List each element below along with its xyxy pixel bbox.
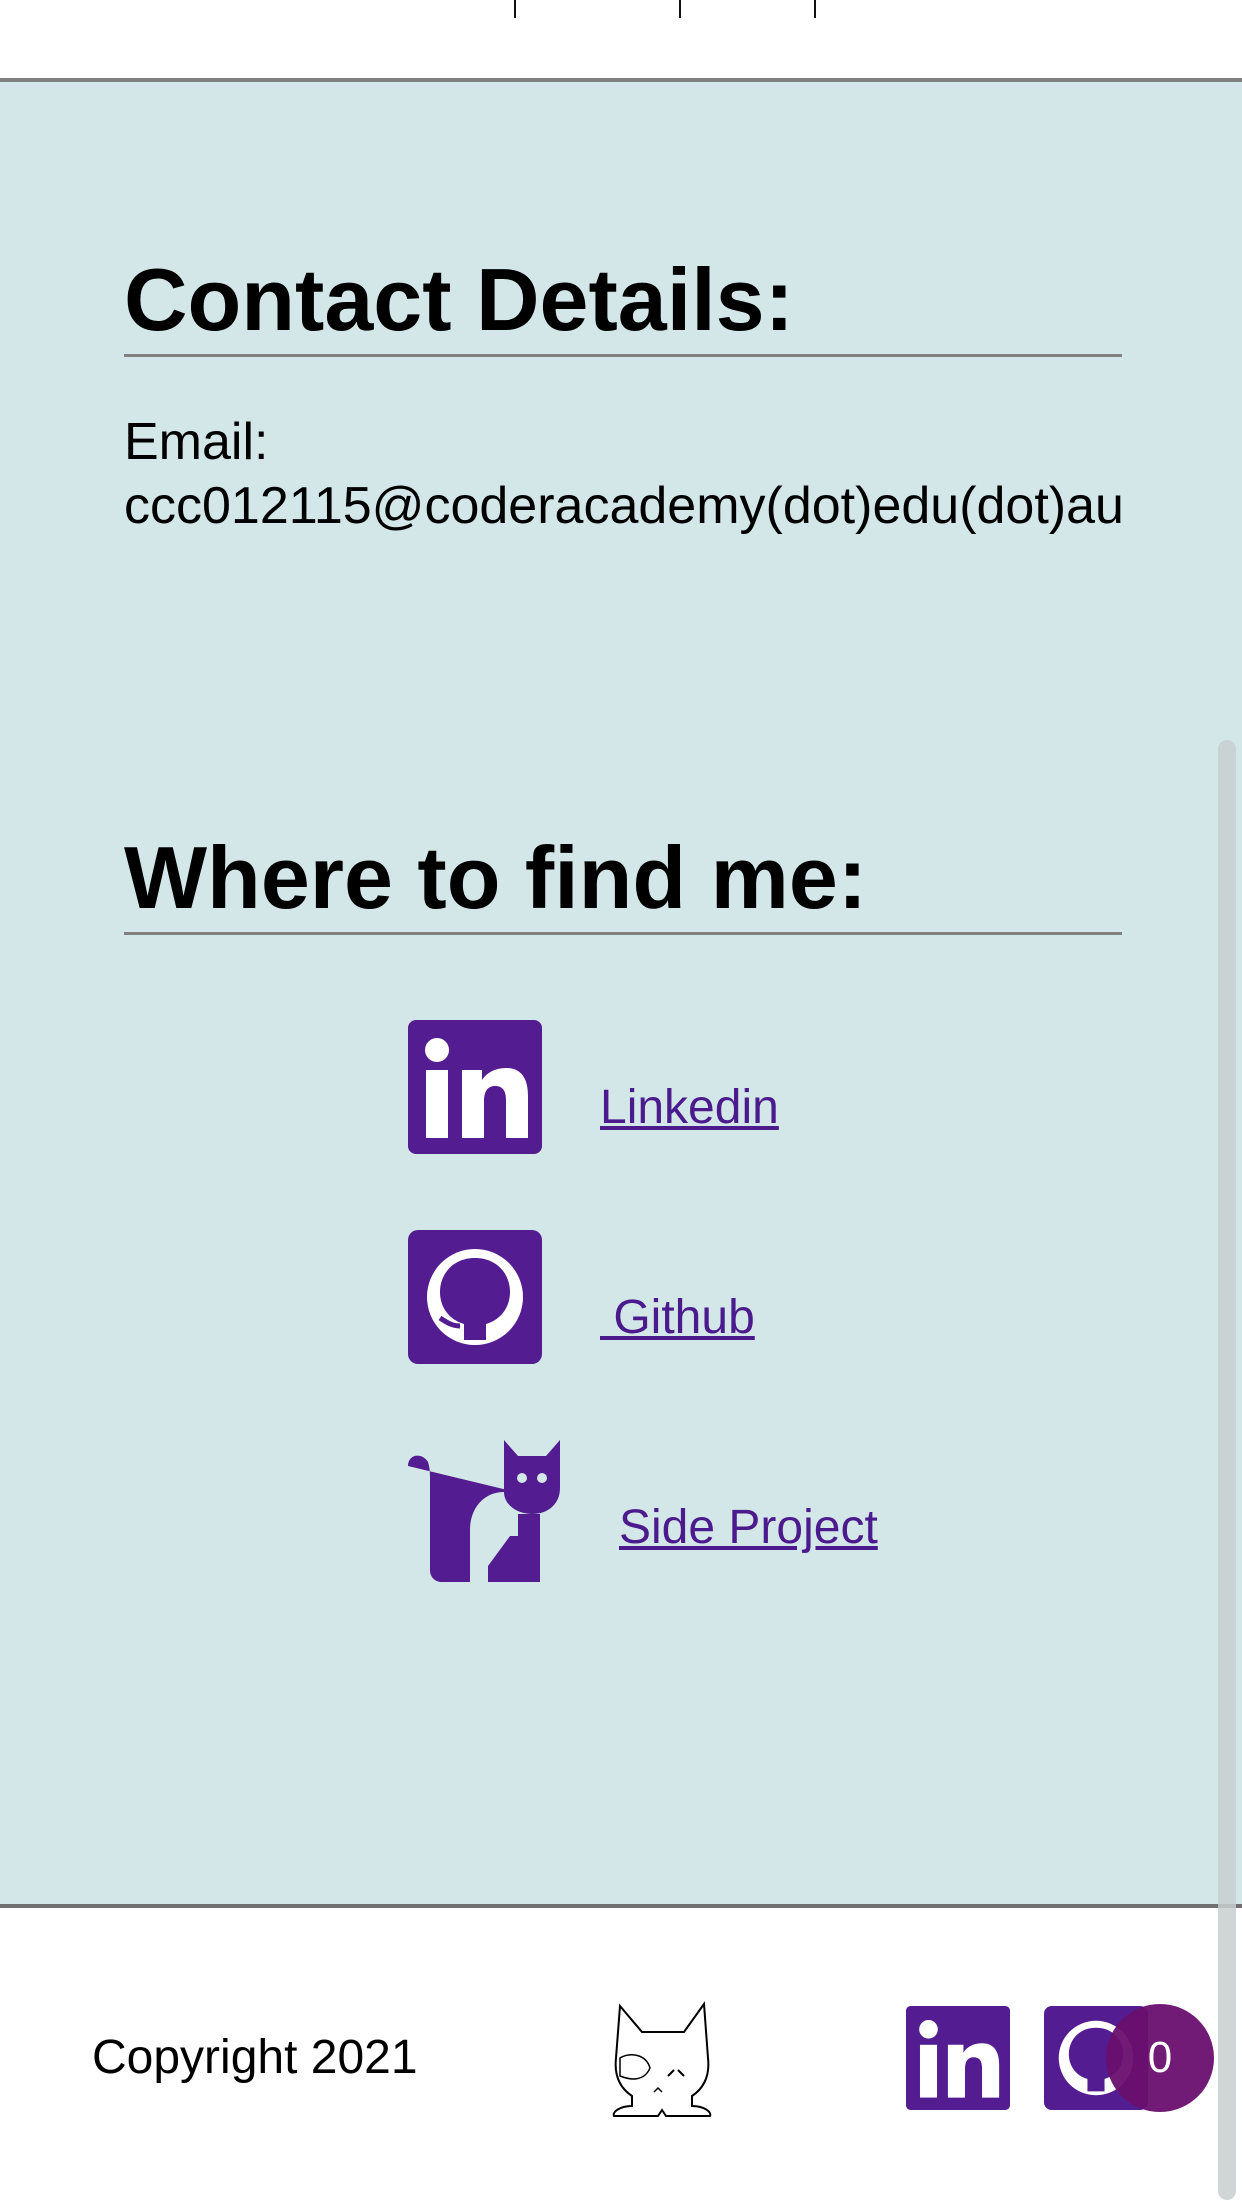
- email-block: Email: ccc012115@coderacademy(dot)edu(do…: [124, 410, 1124, 538]
- cat-icon[interactable]: [408, 1440, 560, 1584]
- notification-badge[interactable]: 0: [1106, 2004, 1214, 2112]
- email-label: Email:: [124, 413, 269, 471]
- where-to-find-me-heading: Where to find me:: [124, 834, 1122, 935]
- email-value: ccc012115@coderacademy(dot)edu(dot)au: [124, 477, 1124, 535]
- side-project-link[interactable]: Side Project: [619, 1500, 878, 1555]
- footer-linkedin-icon[interactable]: [906, 2006, 1010, 2110]
- linkedin-icon[interactable]: [408, 1020, 542, 1154]
- github-link[interactable]: Github: [600, 1290, 754, 1345]
- nav-separator: [514, 0, 516, 18]
- top-header: [0, 0, 1242, 82]
- github-icon[interactable]: [408, 1230, 542, 1364]
- copyright-text: Copyright 2021: [92, 2031, 418, 2084]
- scrollbar[interactable]: [1218, 740, 1236, 2200]
- footer: Copyright 2021: [0, 1904, 1242, 2208]
- contact-details-heading: Contact Details:: [124, 256, 1122, 357]
- linkedin-link[interactable]: Linkedin: [600, 1080, 779, 1135]
- main-content: Contact Details: Email: ccc012115@codera…: [0, 82, 1242, 1904]
- nav-separator: [679, 0, 681, 18]
- cat-logo-icon: [612, 2001, 712, 2117]
- nav-separator: [814, 0, 816, 18]
- page: Contact Details: Email: ccc012115@codera…: [0, 0, 1242, 2208]
